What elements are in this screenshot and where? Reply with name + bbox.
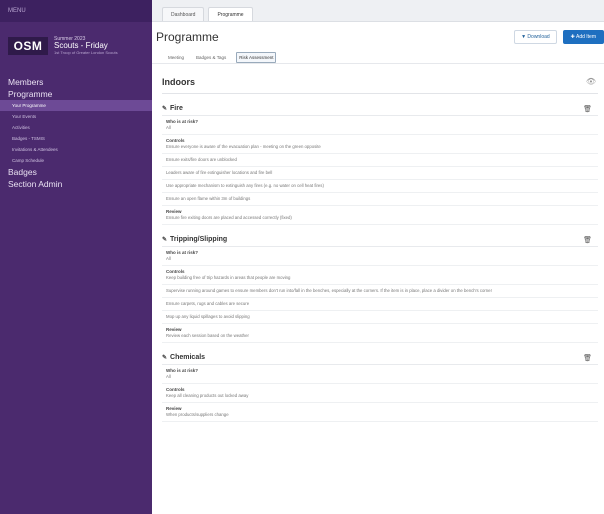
- subtab-risk-assessment[interactable]: Risk Assessment: [236, 52, 277, 63]
- who-value: All: [166, 125, 171, 130]
- subtabs: Meeting Badges & Tags Risk Assessment: [152, 52, 604, 64]
- trash-icon[interactable]: 🗑: [583, 236, 592, 244]
- section-name: Summer 2023 Scouts - Friday 1st Troop of…: [54, 36, 118, 55]
- sidebar-top-bar: MENU: [0, 0, 152, 22]
- review-field[interactable]: Review Ensure fire exiting doors are pla…: [162, 206, 598, 225]
- sidebar-item-members[interactable]: Members: [0, 76, 152, 88]
- trash-icon[interactable]: 🗑: [583, 354, 592, 362]
- control-item[interactable]: Mop up any liquid spillages to avoid sli…: [162, 311, 598, 324]
- eye-icon[interactable]: 👁: [586, 77, 596, 86]
- hazard-title-text: Chemicals: [170, 354, 206, 361]
- review-value: Ensure fire exiting doors are placed and…: [166, 215, 292, 220]
- section-title: Indoors: [162, 76, 195, 87]
- hazard-tripping: ✎ Tripping/Slipping 🗑 Who is at risk? All…: [162, 233, 598, 343]
- hazard-fire: ✎ Fire 🗑 Who is at risk? All Controls Ens…: [162, 102, 598, 225]
- download-label: Download: [527, 34, 550, 40]
- who-at-risk[interactable]: Who is at risk? All: [162, 365, 598, 384]
- page-title: Programme: [156, 30, 219, 44]
- risk-content: Indoors 👁 ✎ Fire 🗑 Who is at risk? All Co…: [152, 70, 604, 422]
- who-at-risk[interactable]: Who is at risk? All: [162, 247, 598, 266]
- control-item[interactable]: Ensure exits/fire doors are unblocked: [162, 154, 598, 167]
- hazard-title-text: Tripping/Slipping: [170, 236, 228, 243]
- hazard-title[interactable]: ✎ Fire: [162, 105, 183, 112]
- tab-dashboard[interactable]: Dashboard: [162, 7, 205, 21]
- control-item[interactable]: Leaders aware of fire extinguisher locat…: [162, 167, 598, 180]
- review-field[interactable]: Review Review each session based on the …: [162, 324, 598, 343]
- osm-logo: OSM: [8, 37, 48, 55]
- pencil-icon: ✎: [162, 106, 168, 112]
- sidebar-subitem-badges[interactable]: Badges - TSMIS: [0, 133, 152, 144]
- sidebar-subitem-invitations[interactable]: Invitations & Attendees: [0, 144, 152, 155]
- sidebar-subitem-your-programme[interactable]: Your Programme: [0, 100, 152, 111]
- window-tabstrip: Dashboard Programme: [152, 0, 604, 22]
- hazard-title[interactable]: ✎ Chemicals: [162, 354, 205, 361]
- hazard-title[interactable]: ✎ Tripping/Slipping: [162, 236, 227, 243]
- hazard-header: ✎ Tripping/Slipping 🗑: [162, 233, 598, 247]
- control-item[interactable]: Use appropriate mechanism to extinguish …: [162, 180, 598, 193]
- tab-programme[interactable]: Programme: [208, 7, 253, 21]
- sidebar-nav: Members Programme Your Programme Your Ev…: [0, 76, 152, 190]
- control-item: Keep all cleaning products out locked aw…: [166, 393, 249, 398]
- subtab-badges-tags[interactable]: Badges & Tags: [194, 53, 228, 62]
- controls-field[interactable]: Controls Keep all cleaning products out …: [162, 384, 598, 403]
- download-button[interactable]: ▼ Download: [514, 30, 557, 44]
- section-header: Indoors 👁: [162, 70, 598, 94]
- header-actions: ▼ Download ✚ Add Item: [514, 30, 604, 44]
- app-root: MENU OSM Summer 2023 Scouts - Friday 1st…: [0, 0, 604, 514]
- review-value: When products/suppliers change: [166, 412, 229, 417]
- sidebar: MENU OSM Summer 2023 Scouts - Friday 1st…: [0, 0, 152, 514]
- brand-group: 1st Troop of Greater London Scouts: [54, 49, 118, 55]
- control-item: Keep building free of trip hazards in ar…: [166, 275, 291, 280]
- review-field[interactable]: Review When products/suppliers change: [162, 403, 598, 422]
- control-item[interactable]: Ensure carpets, rugs and cables are secu…: [162, 298, 598, 311]
- sidebar-subitem-activities[interactable]: Activities: [0, 122, 152, 133]
- who-value: All: [166, 256, 171, 261]
- hazard-chemicals: ✎ Chemicals 🗑 Who is at risk? All Control…: [162, 351, 598, 422]
- sidebar-top-label[interactable]: MENU: [8, 8, 26, 14]
- add-item-button[interactable]: ✚ Add Item: [562, 30, 604, 44]
- hazard-header: ✎ Fire 🗑: [162, 102, 598, 116]
- pencil-icon: ✎: [162, 355, 168, 361]
- who-value: All: [166, 374, 171, 379]
- hazard-header: ✎ Chemicals 🗑: [162, 351, 598, 365]
- trash-icon[interactable]: 🗑: [583, 105, 592, 113]
- control-item: Ensure everyone is aware of the evacuati…: [166, 144, 321, 149]
- main-panel: Dashboard Programme Programme ▼ Download…: [152, 0, 604, 514]
- hazard-title-text: Fire: [170, 105, 183, 112]
- sidebar-subitem-events[interactable]: Your Events: [0, 111, 152, 122]
- sidebar-item-section-admin[interactable]: Section Admin: [0, 178, 152, 190]
- pencil-icon: ✎: [162, 237, 168, 243]
- who-at-risk[interactable]: Who is at risk? All: [162, 116, 598, 135]
- sidebar-subitem-camp[interactable]: Camp Schedule: [0, 155, 152, 166]
- page-header: Programme ▼ Download ✚ Add Item: [152, 22, 604, 52]
- control-item[interactable]: Supervise running around games to ensure…: [162, 285, 598, 298]
- review-value: Review each session based on the weather: [166, 333, 249, 338]
- controls-field[interactable]: Controls Keep building free of trip haza…: [162, 266, 598, 285]
- brand-block[interactable]: OSM Summer 2023 Scouts - Friday 1st Troo…: [0, 26, 152, 66]
- controls-field[interactable]: Controls Ensure everyone is aware of the…: [162, 135, 598, 154]
- sidebar-item-programme[interactable]: Programme: [0, 88, 152, 100]
- control-item[interactable]: Ensure an open flame within 3m of buildi…: [162, 193, 598, 206]
- add-item-label: Add Item: [575, 34, 596, 40]
- sidebar-item-badges[interactable]: Badges: [0, 166, 152, 178]
- subtab-meeting[interactable]: Meeting: [166, 53, 186, 62]
